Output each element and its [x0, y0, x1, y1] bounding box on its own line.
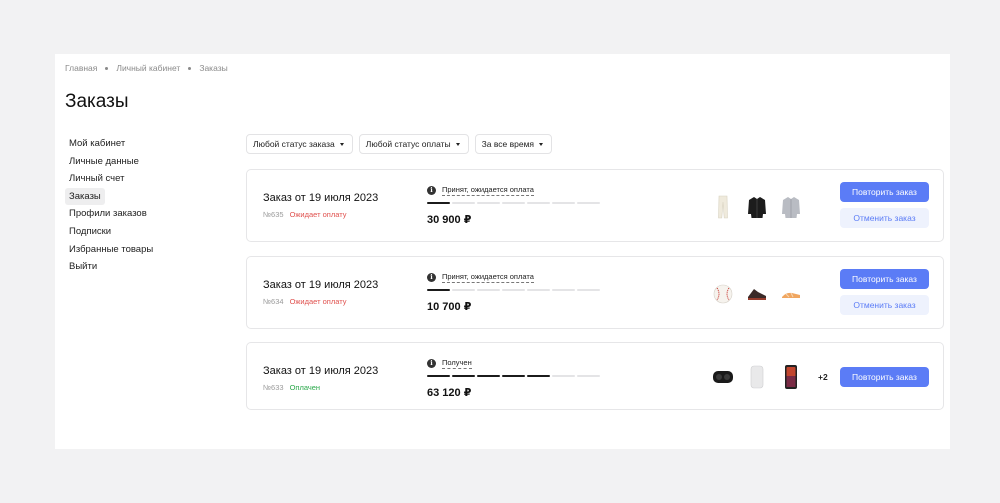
- payment-status: Оплачен: [289, 383, 321, 392]
- sidebar-item-subscriptions[interactable]: Подписки: [65, 223, 157, 241]
- cancel-order-button[interactable]: Отменить заказ: [840, 208, 929, 228]
- shirt-icon[interactable]: [780, 194, 802, 220]
- order-meta: №634 Ожидает оплату: [263, 297, 346, 306]
- order-status-text[interactable]: Получен: [442, 358, 472, 369]
- sidebar-item-personal-data[interactable]: Личные данные: [65, 153, 157, 171]
- progress-segment: [477, 201, 500, 204]
- progress-segment: [552, 374, 575, 377]
- order-card: Заказ от 19 июля 2023 №635 Ожидает оплат…: [246, 169, 944, 242]
- order-title[interactable]: Заказ от 19 июля 2023: [263, 365, 378, 377]
- order-status-filter[interactable]: Любой статус заказа: [246, 134, 353, 154]
- sidebar-item-logout[interactable]: Выйти: [65, 258, 157, 276]
- progress-segment: [427, 201, 450, 204]
- breadcrumb-home[interactable]: Главная: [65, 63, 97, 73]
- payment-status-filter-label: Любой статус оплаты: [365, 139, 451, 149]
- repeat-order-button[interactable]: Повторить заказ: [840, 269, 929, 289]
- progress-segment: [552, 201, 575, 204]
- order-status-block: i Принят, ожидается оплата: [427, 185, 617, 204]
- order-status-block: i Получен: [427, 358, 617, 377]
- earbuds-icon[interactable]: [712, 364, 734, 390]
- order-progress: [427, 201, 617, 204]
- sidebar-item-my-account[interactable]: Мой кабинет: [65, 135, 157, 153]
- page-title: Заказы: [65, 91, 129, 112]
- info-icon[interactable]: i: [427, 358, 436, 368]
- progress-segment: [452, 201, 475, 204]
- sidebar-nav: Мой кабинет Личные данные Личный счет За…: [65, 135, 157, 276]
- breadcrumb: Главная Личный кабинет Заказы: [65, 63, 228, 73]
- pants-icon[interactable]: [712, 194, 734, 220]
- order-price: 10 700 ₽: [427, 301, 472, 313]
- repeat-order-button[interactable]: Повторить заказ: [840, 182, 929, 202]
- progress-segment: [477, 288, 500, 291]
- progress-segment: [452, 288, 475, 291]
- progress-segment: [502, 374, 525, 377]
- more-items-count[interactable]: +2: [818, 372, 828, 382]
- sidebar-item-order-profiles[interactable]: Профили заказов: [65, 205, 157, 223]
- order-status-text[interactable]: Принят, ожидается оплата: [442, 272, 534, 283]
- order-status-block: i Принят, ожидается оплата: [427, 272, 617, 291]
- repeat-order-button[interactable]: Повторить заказ: [840, 367, 929, 387]
- payment-status: Ожидает оплату: [289, 210, 347, 219]
- order-card: Заказ от 19 июля 2023 №633 Оплачен i Пол…: [246, 342, 944, 410]
- progress-segment: [577, 288, 600, 291]
- speaker-icon[interactable]: [746, 364, 768, 390]
- order-title[interactable]: Заказ от 19 июля 2023: [263, 192, 378, 204]
- info-icon[interactable]: i: [427, 272, 436, 282]
- caret-down-icon: [539, 142, 544, 146]
- sidebar-item-orders[interactable]: Заказы: [65, 187, 105, 206]
- progress-segment: [527, 288, 550, 291]
- order-price: 30 900 ₽: [427, 214, 472, 226]
- breadcrumb-current: Заказы: [199, 63, 228, 73]
- progress-segment: [452, 374, 475, 377]
- order-number: №635: [263, 210, 284, 219]
- order-number: №634: [263, 297, 284, 306]
- baseball-icon[interactable]: [712, 281, 734, 307]
- progress-segment: [427, 374, 450, 377]
- order-status-text[interactable]: Принят, ожидается оплата: [442, 185, 534, 196]
- breadcrumb-account[interactable]: Личный кабинет: [116, 63, 180, 73]
- progress-segment: [502, 201, 525, 204]
- progress-segment: [577, 374, 600, 377]
- progress-segment: [527, 201, 550, 204]
- order-items: +2: [712, 343, 828, 411]
- payment-status-filter[interactable]: Любой статус оплаты: [358, 134, 469, 154]
- sidebar-item-balance[interactable]: Личный счет: [65, 170, 157, 188]
- breadcrumb-separator: [105, 66, 109, 70]
- jacket-icon[interactable]: [746, 194, 768, 220]
- progress-segment: [577, 201, 600, 204]
- info-icon[interactable]: i: [427, 185, 436, 195]
- caret-down-icon: [339, 142, 344, 146]
- period-filter-label: За все время: [481, 139, 535, 149]
- period-filter[interactable]: За все время: [474, 134, 553, 154]
- order-title[interactable]: Заказ от 19 июля 2023: [263, 279, 378, 291]
- order-meta: №635 Ожидает оплату: [263, 210, 346, 219]
- progress-segment: [427, 288, 450, 291]
- order-items: [712, 170, 802, 243]
- sandal-icon[interactable]: [780, 281, 802, 307]
- order-items: [712, 257, 802, 330]
- order-status-filter-label: Любой статус заказа: [253, 139, 335, 149]
- payment-status: Ожидает оплату: [289, 297, 347, 306]
- cancel-order-button[interactable]: Отменить заказ: [840, 295, 929, 315]
- order-progress: [427, 374, 617, 377]
- progress-segment: [552, 288, 575, 291]
- order-number: №633: [263, 383, 284, 392]
- order-progress: [427, 288, 617, 291]
- breadcrumb-separator: [188, 66, 192, 70]
- phone-icon[interactable]: [780, 364, 802, 390]
- progress-segment: [502, 288, 525, 291]
- caret-down-icon: [455, 142, 460, 146]
- sidebar-item-favorites[interactable]: Избранные товары: [65, 241, 157, 259]
- filters-bar: Любой статус заказа Любой статус оплаты …: [246, 134, 553, 154]
- order-meta: №633 Оплачен: [263, 383, 320, 392]
- progress-segment: [527, 374, 550, 377]
- order-card: Заказ от 19 июля 2023 №634 Ожидает оплат…: [246, 256, 944, 329]
- progress-segment: [477, 374, 500, 377]
- order-price: 63 120 ₽: [427, 387, 472, 399]
- sneaker-icon[interactable]: [746, 281, 768, 307]
- orders-page: Главная Личный кабинет Заказы Заказы Мой…: [55, 54, 950, 449]
